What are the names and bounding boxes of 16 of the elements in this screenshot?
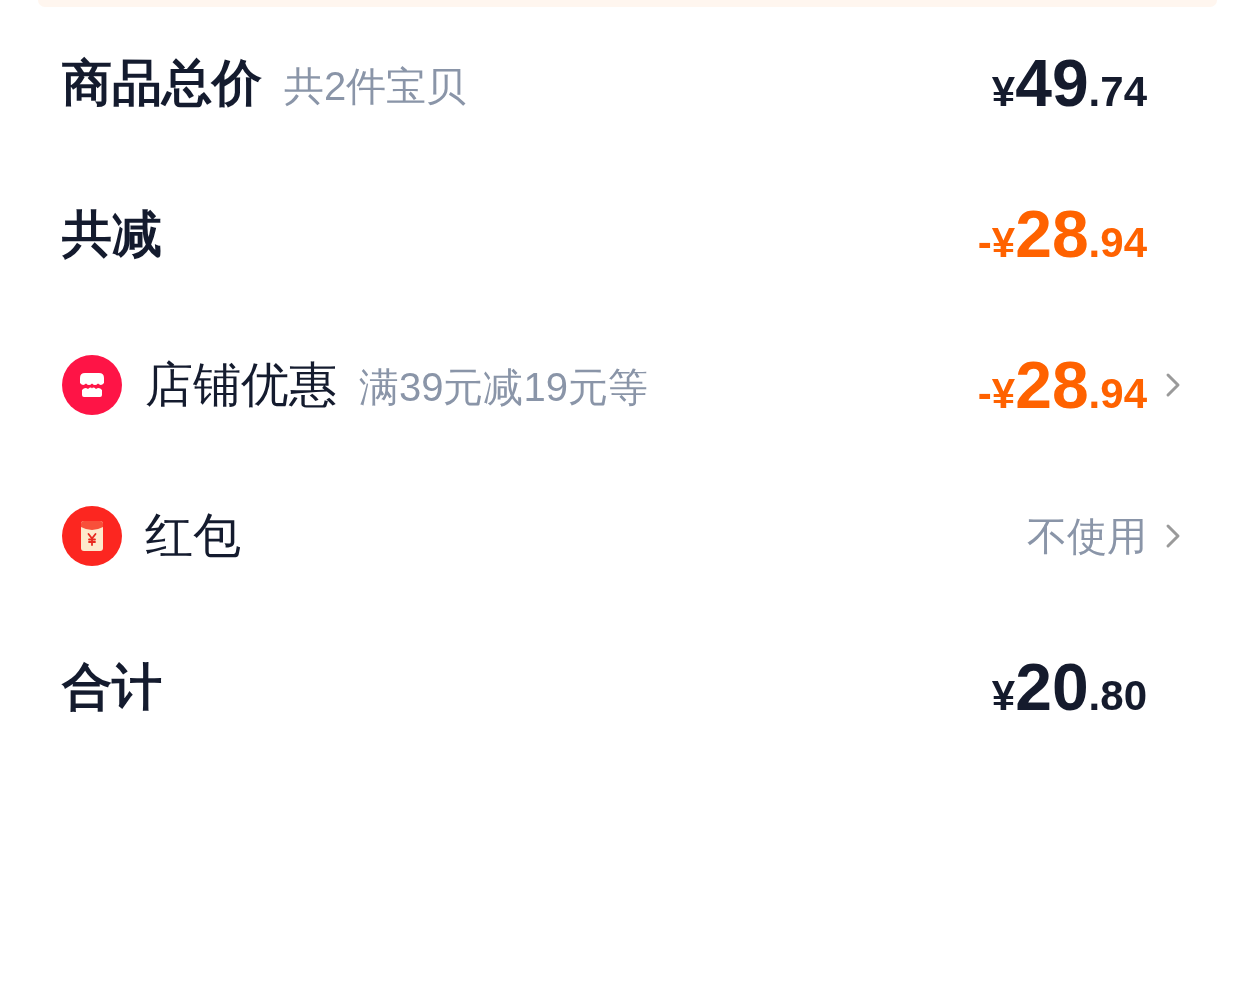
row-label: 商品总价 (62, 57, 262, 108)
price-text: ¥49.74 (991, 49, 1147, 116)
row-label: 红包 (145, 511, 241, 560)
option-value[interactable]: 不使用 (1027, 515, 1147, 556)
price-text: ¥20.80 (991, 653, 1147, 720)
store-icon (62, 354, 122, 415)
row-note: 满39元减19元等 (359, 366, 648, 407)
price-text: -¥28.94 (977, 200, 1147, 267)
row-label: 店铺优惠 (145, 360, 337, 409)
money-envelope-icon (62, 505, 122, 566)
chevron-right-icon[interactable] (1165, 371, 1181, 398)
row-label: 合计 (62, 661, 162, 712)
price-text: -¥28.94 (977, 351, 1147, 418)
row-note: 共2件宝贝 (284, 65, 467, 106)
chevron-right-icon[interactable] (1165, 522, 1181, 549)
row-label: 共减 (62, 208, 162, 259)
